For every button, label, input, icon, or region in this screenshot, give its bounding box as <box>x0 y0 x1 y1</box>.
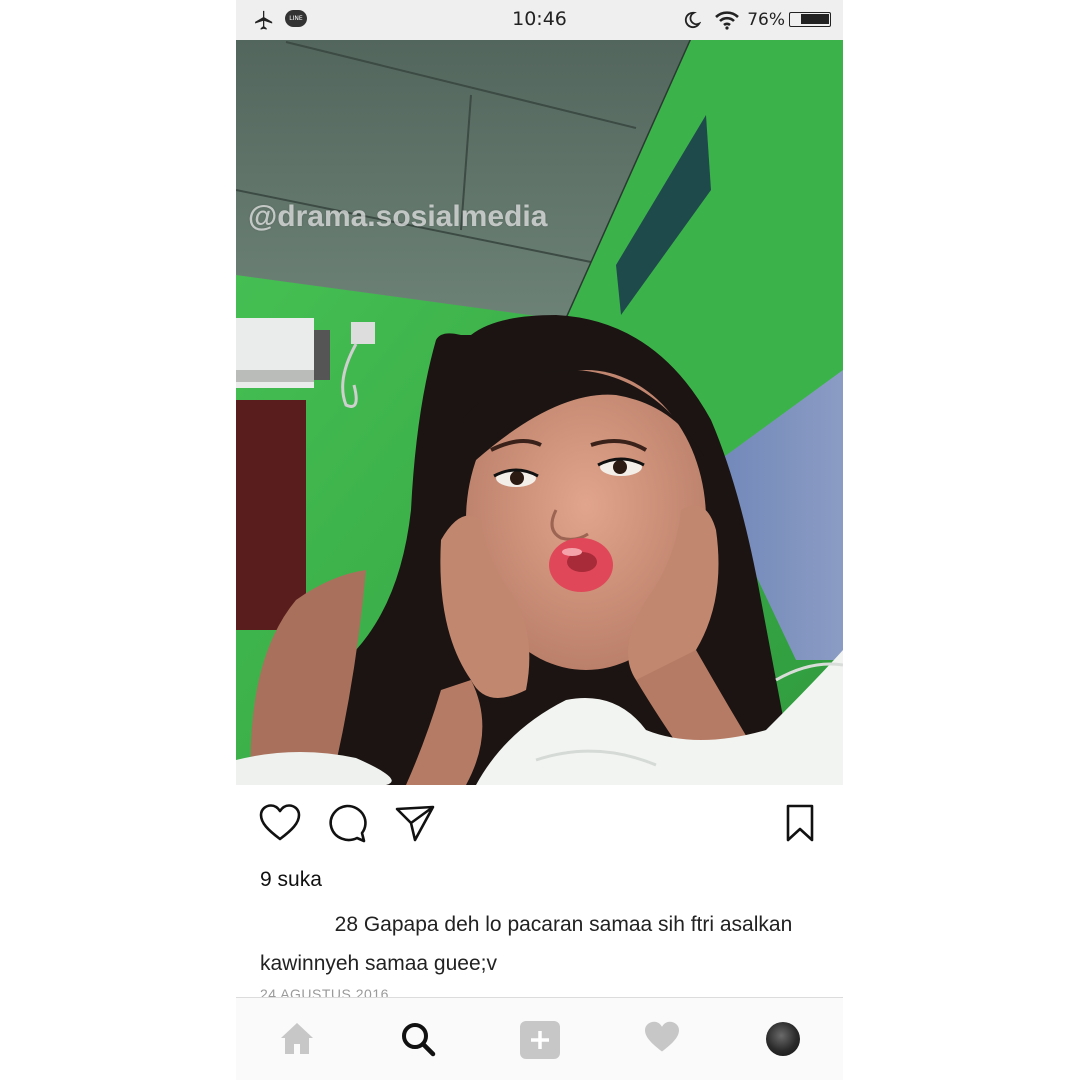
likes-count[interactable]: 9 suka <box>260 868 322 892</box>
selfie-image <box>236 40 843 785</box>
watermark-text: @drama.sosialmedia <box>248 200 548 233</box>
battery-icon <box>789 12 831 27</box>
activity-heart-icon[interactable] <box>643 1020 681 1054</box>
bookmark-icon[interactable] <box>784 803 816 843</box>
post-caption: 28 Gapapa deh lo pacaran samaa sih ftri … <box>260 905 820 983</box>
comment-icon[interactable] <box>326 803 368 845</box>
profile-avatar[interactable] <box>766 1022 800 1056</box>
home-icon[interactable] <box>278 1020 316 1056</box>
caption-username-visible: 28 <box>334 913 358 936</box>
phone-screen: LINE 10:46 76% @drama.sosialmedia 9 suka… <box>236 0 843 1080</box>
bottom-navigation <box>236 997 843 1080</box>
caption-username[interactable]: 28 <box>260 905 358 944</box>
status-bar: LINE 10:46 76% <box>236 0 843 40</box>
moon-icon <box>684 11 701 29</box>
post-date: 24 AGUSTUS 2016 <box>260 986 389 997</box>
battery-fill <box>800 14 829 24</box>
search-icon[interactable] <box>399 1020 437 1058</box>
post-photo[interactable]: @drama.sosialmedia <box>236 40 843 785</box>
heart-icon[interactable] <box>258 803 302 843</box>
share-icon[interactable] <box>394 803 436 843</box>
add-post-icon[interactable] <box>519 1020 561 1060</box>
wifi-icon <box>715 11 739 30</box>
battery-percent: 76% <box>747 10 785 30</box>
